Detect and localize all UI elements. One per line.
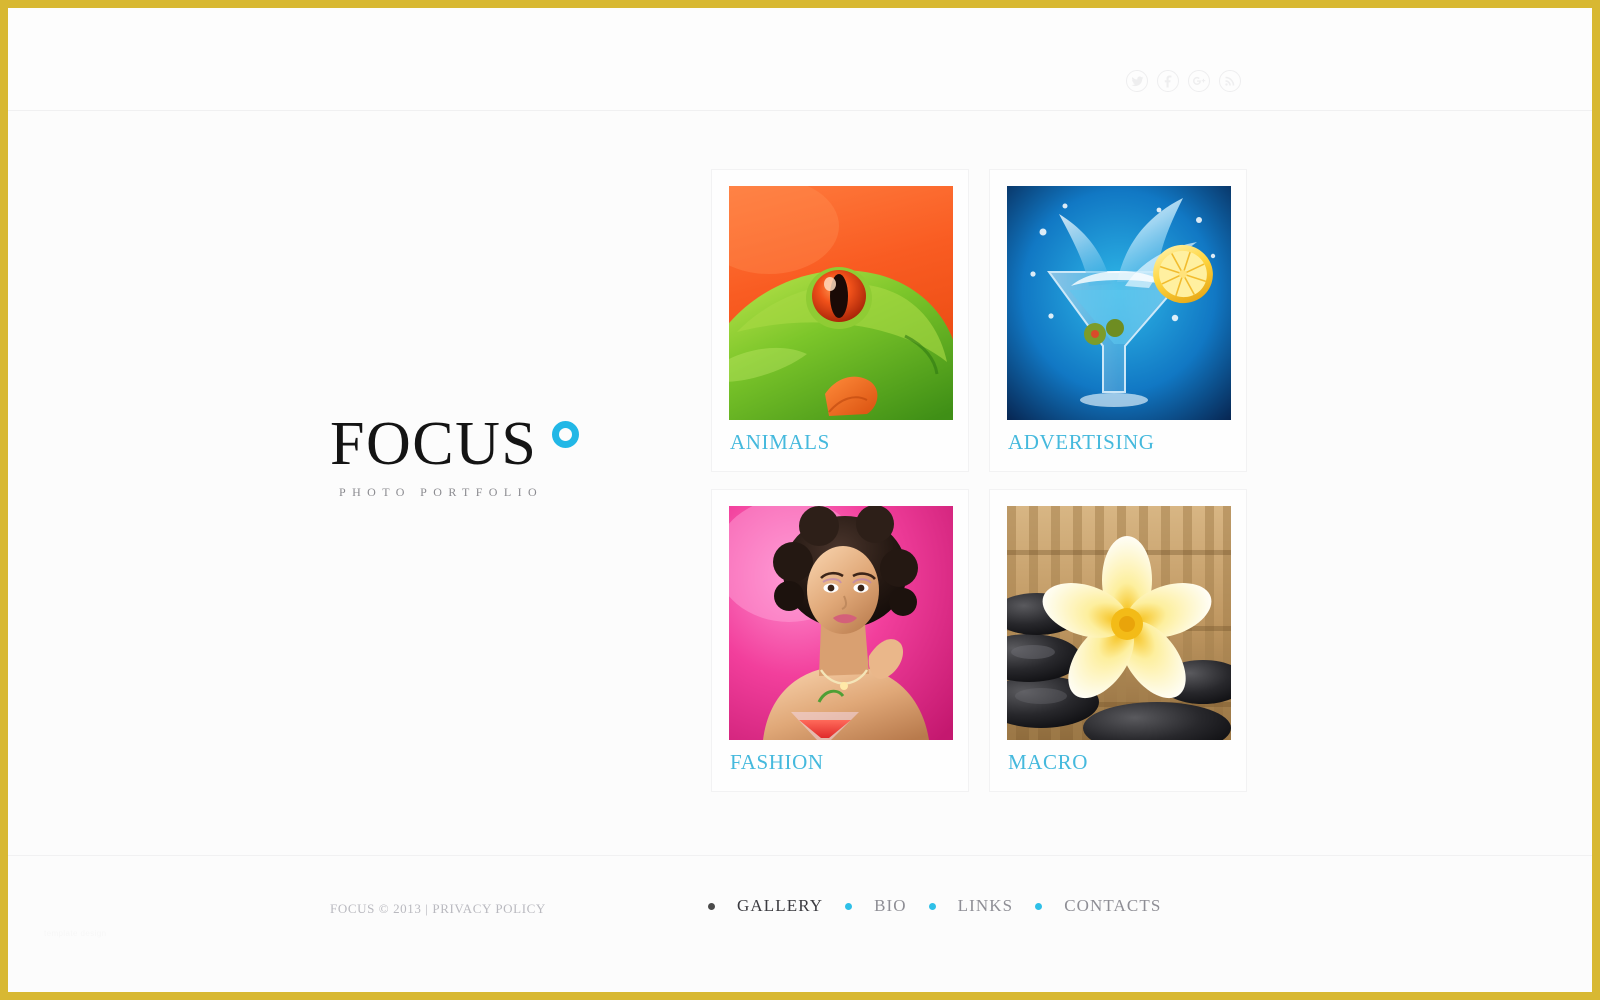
logo-wordmark: FOCUS	[330, 412, 590, 476]
rss-icon[interactable]	[1219, 70, 1241, 92]
facebook-icon[interactable]	[1157, 70, 1179, 92]
gallery-card[interactable]: ANIMALS	[711, 169, 969, 472]
gallery-thumbnail-macro[interactable]	[1007, 506, 1231, 740]
copyright: FOCUS © 2013 | PRIVACY POLICY	[330, 901, 546, 917]
site-footer: FOCUS © 2013 | PRIVACY POLICY GALLERY BI…	[8, 855, 1592, 992]
gallery-card[interactable]: FASHION	[711, 489, 969, 792]
gallery-thumbnail-advertising[interactable]	[1007, 186, 1231, 420]
nav-bullet-icon	[708, 902, 715, 910]
gallery-thumbnail-animals[interactable]	[729, 186, 953, 420]
nav-item-contacts[interactable]: CONTACTS	[1064, 896, 1161, 916]
twitter-icon[interactable]	[1126, 70, 1148, 92]
page-root: FOCUS PHOTO PORTFOLIO ANIMALS ADVERTISIN…	[8, 8, 1592, 992]
logo-text: FOCUS	[330, 410, 538, 478]
logo-ring-icon	[552, 421, 579, 448]
nav-item-bio[interactable]: BIO	[874, 896, 907, 916]
site-header	[8, 8, 1592, 111]
logo-tagline: PHOTO PORTFOLIO	[339, 485, 544, 499]
nav-bullet-icon	[928, 902, 936, 910]
nav-bullet-icon	[1035, 902, 1043, 910]
gallery-caption[interactable]: ADVERTISING	[1008, 430, 1155, 455]
gallery-thumbnail-fashion[interactable]	[729, 506, 953, 740]
gallery-caption[interactable]: ANIMALS	[730, 430, 830, 455]
nav-item-gallery[interactable]: GALLERY	[737, 896, 823, 916]
footer-navigation: GALLERY BIO LINKS CONTACTS	[708, 896, 1161, 916]
gallery-card[interactable]: ADVERTISING	[989, 169, 1247, 472]
footer-watermark: template design	[44, 929, 107, 938]
nav-item-links[interactable]: LINKS	[958, 896, 1014, 916]
gallery-caption[interactable]: FASHION	[730, 750, 824, 775]
gallery-caption[interactable]: MACRO	[1008, 750, 1088, 775]
gallery-card[interactable]: MACRO	[989, 489, 1247, 792]
nav-bullet-icon	[845, 902, 853, 910]
google-plus-icon[interactable]	[1188, 70, 1210, 92]
copyright-text: FOCUS © 2013 | PRIVACY POLICY	[330, 901, 546, 916]
site-logo[interactable]: FOCUS PHOTO PORTFOLIO	[330, 412, 590, 500]
social-links	[1126, 70, 1241, 92]
